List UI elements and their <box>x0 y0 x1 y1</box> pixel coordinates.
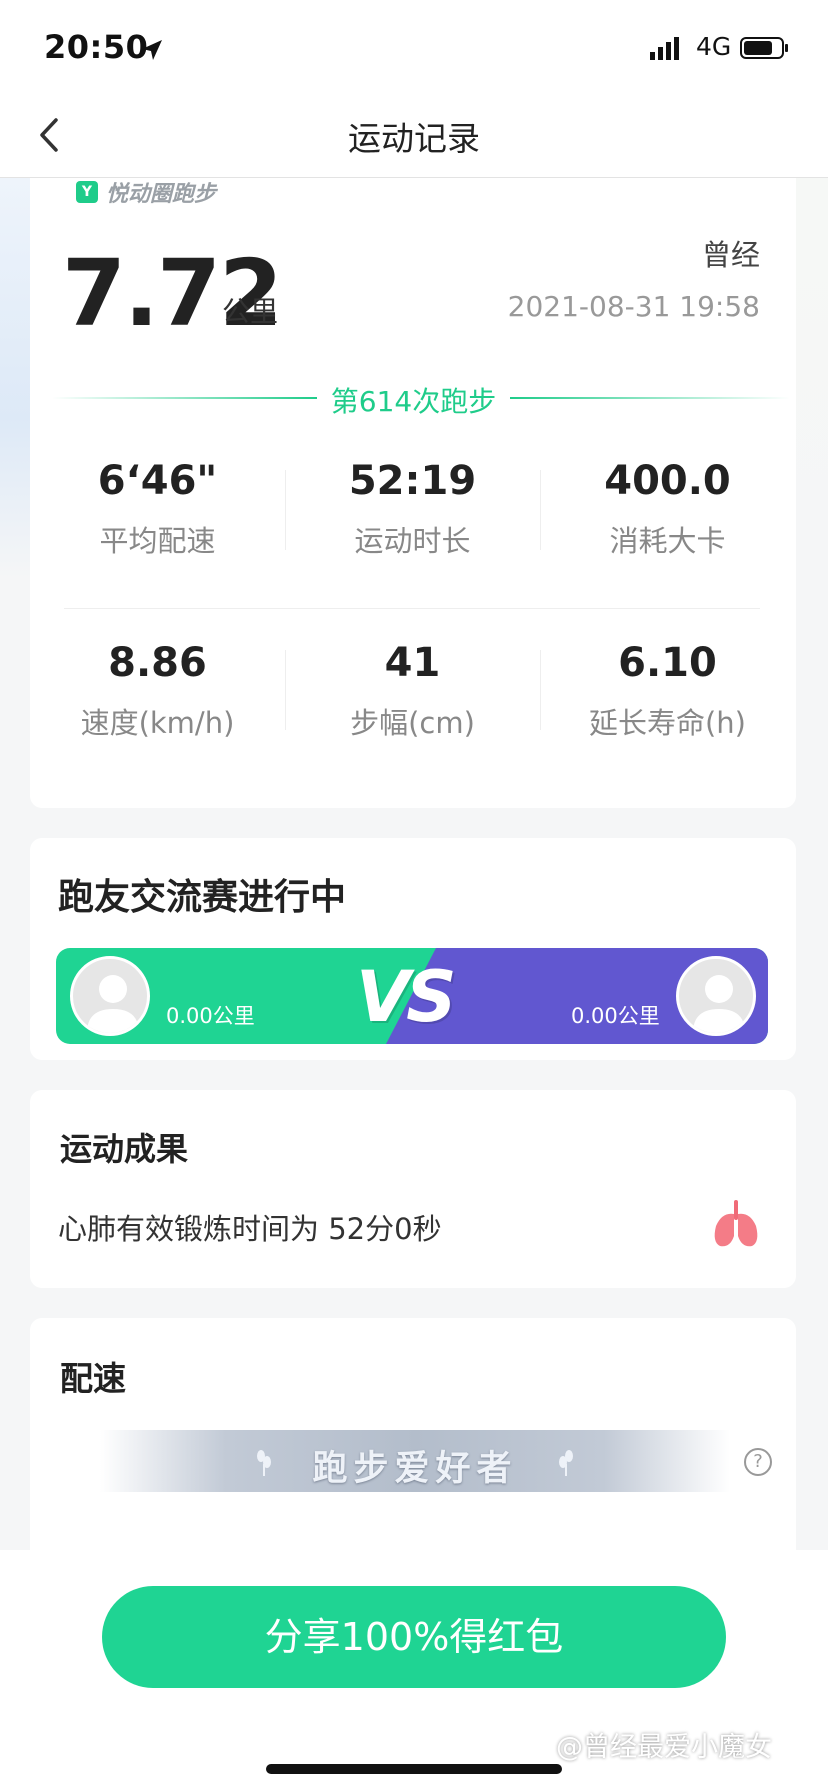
help-icon[interactable]: ? <box>744 1448 772 1476</box>
runner-badge: 跑步爱好者 <box>312 1449 518 1489</box>
signal-icon <box>650 37 679 60</box>
stat-label: 步幅(cm) <box>350 706 475 740</box>
stat-stride: 41 步幅(cm) <box>285 640 540 742</box>
stat-avg-pace: 6‘46" 平均配速 <box>30 458 285 560</box>
achievement-card <box>30 1090 796 1288</box>
divider-line <box>52 397 317 399</box>
brand-logo: Y 悦动圈跑步 <box>76 178 217 207</box>
status-time: 20:50 <box>44 28 149 66</box>
achievement-title: 运动成果 <box>60 1130 189 1168</box>
share-button[interactable]: 分享100%得红包 <box>102 1586 726 1688</box>
stat-label: 速度(km/h) <box>80 706 235 740</box>
stat-value: 41 <box>384 640 441 686</box>
avatar[interactable] <box>70 956 150 1036</box>
username: 曾经 <box>701 238 760 272</box>
stat-duration: 52:19 运动时长 <box>285 458 540 560</box>
vs-label: VS <box>356 956 457 1038</box>
brand-name: 悦动圈跑步 <box>106 182 217 207</box>
right-distance: 0.00公里 <box>571 1004 660 1028</box>
race-title: 跑友交流赛进行中 <box>58 877 347 918</box>
stat-speed: 8.86 速度(km/h) <box>30 640 285 742</box>
stat-value: 8.86 <box>108 640 207 686</box>
stat-value: 400.0 <box>604 458 731 504</box>
watermark: @曾经最爱小魔女 <box>556 1732 772 1763</box>
achievement-text: 心肺有效锻炼时间为 52分0秒 <box>58 1212 442 1246</box>
divider-line <box>510 397 790 399</box>
stat-label: 延长寿命(h) <box>588 706 746 740</box>
distance-unit: 公里 <box>222 295 279 328</box>
left-distance: 0.00公里 <box>166 1004 255 1028</box>
run-count: 第614次跑步 <box>330 385 497 418</box>
page-title: 运动记录 <box>348 119 480 158</box>
stat-label: 消耗大卡 <box>609 524 726 558</box>
brand-icon: Y <box>76 181 98 203</box>
stat-label: 平均配速 <box>99 524 216 558</box>
avatar[interactable] <box>676 956 756 1036</box>
home-indicator[interactable] <box>266 1764 562 1774</box>
stat-value: 52:19 <box>348 458 477 504</box>
stat-value: 6.10 <box>618 640 717 686</box>
location-arrow-icon <box>142 40 162 60</box>
pace-title: 配速 <box>60 1359 126 1398</box>
vs-bar[interactable]: 0.00公里 VS 0.00公里 <box>56 948 768 1044</box>
stat-value: 6‘46" <box>97 458 218 504</box>
run-datetime: 2021-08-31 19:58 <box>507 290 760 323</box>
wheat-icon <box>559 1450 573 1476</box>
stat-life-extension: 6.10 延长寿命(h) <box>540 640 795 742</box>
battery-icon <box>740 37 788 59</box>
lungs-icon <box>714 1200 758 1247</box>
stat-label: 运动时长 <box>354 524 471 558</box>
network-type: 4G <box>696 32 732 61</box>
stats-divider <box>64 608 760 609</box>
stat-calories: 400.0 消耗大卡 <box>540 458 795 560</box>
